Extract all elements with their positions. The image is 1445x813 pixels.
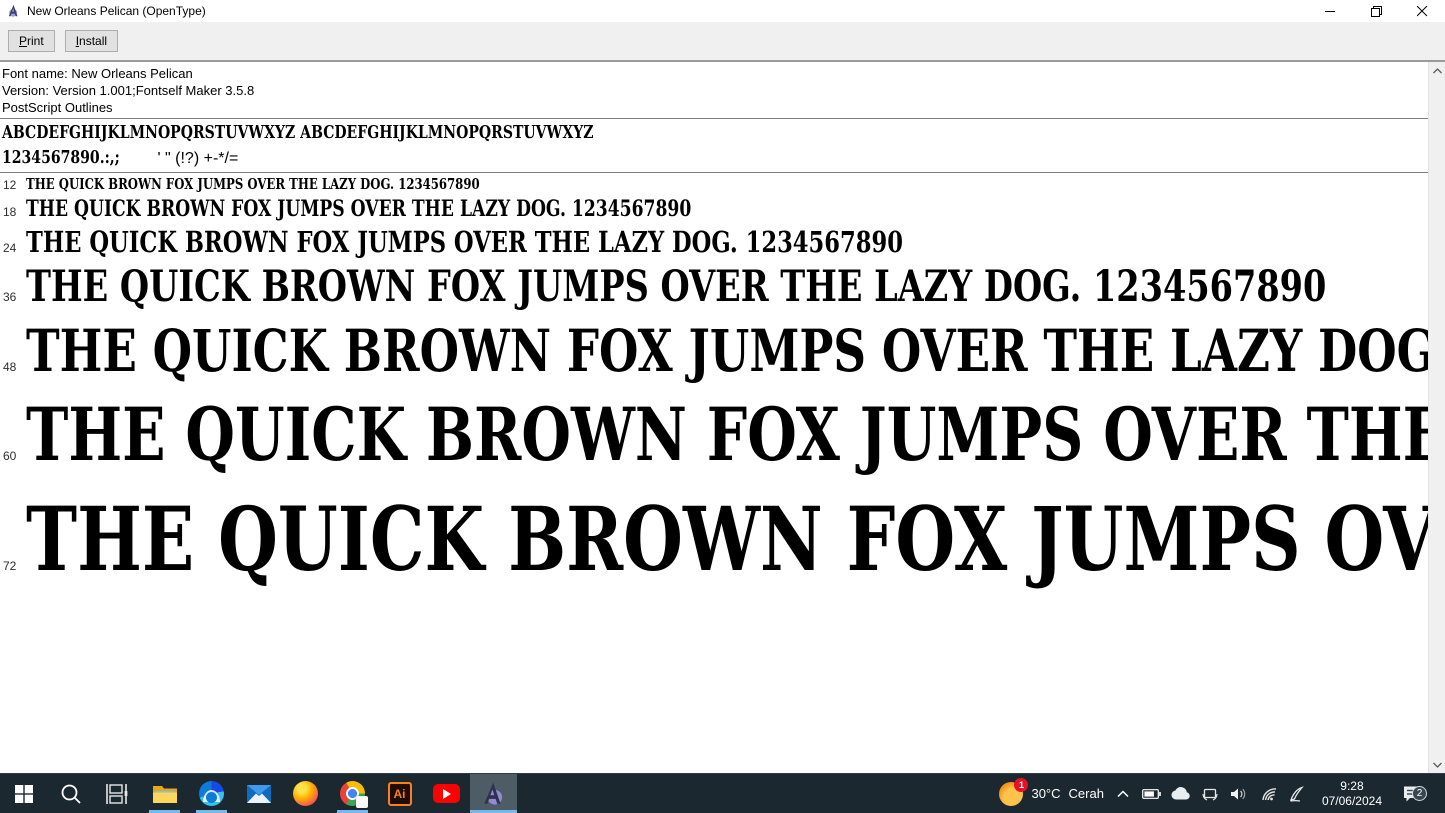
scroll-down-arrow[interactable]: [1429, 756, 1445, 773]
print-button[interactable]: Print: [8, 30, 55, 52]
notification-badge: 2: [1412, 786, 1427, 801]
font-preview-area: Font name: New Orleans Pelican Version: …: [0, 62, 1428, 773]
size-label: 60: [0, 419, 26, 494]
size-label: 12: [0, 174, 26, 196]
charset-preview: ABCDEFGHIJKLMNOPQRSTUVWXYZ ABCDEFGHIJKLM…: [0, 119, 1428, 172]
system-tray: 1 30°C Cerah: [999, 774, 1445, 813]
font-name-line: Font name: New Orleans Pelican: [2, 65, 1428, 82]
chrome-notification-overlay: [356, 796, 368, 808]
firefox-button[interactable]: [282, 774, 329, 813]
search-button[interactable]: [47, 774, 94, 813]
weather-widget[interactable]: 1 30°C Cerah: [999, 782, 1103, 806]
sample-row-60: 60 THE QUICK BROWN FOX JUMPS OVER THE LA…: [0, 398, 1428, 494]
file-explorer-button[interactable]: [141, 774, 188, 813]
chrome-icon: [340, 781, 365, 806]
font-outline-line: PostScript Outlines: [2, 99, 1428, 116]
size-label: 18: [0, 199, 26, 226]
windows-logo-icon: [15, 785, 33, 803]
sample-text: THE QUICK BROWN FOX JUMPS OVER THE LAZY …: [26, 494, 1428, 584]
sample-row-72: 72 THE QUICK BROWN FOX JUMPS OVER THE LA…: [0, 494, 1428, 611]
sample-text: THE QUICK BROWN FOX JUMPS OVER THE LAZY …: [26, 320, 1428, 382]
font-viewer-taskbar-button[interactable]: [470, 774, 517, 813]
pen-icon[interactable]: [1287, 782, 1307, 806]
network-icon[interactable]: [1258, 782, 1278, 806]
weather-icon: 1: [999, 782, 1023, 806]
font-viewer-icon: [481, 781, 507, 807]
weather-condition-label: Cerah: [1069, 786, 1104, 801]
youtube-button[interactable]: [423, 774, 470, 813]
firefox-icon: [293, 781, 318, 806]
mail-icon: [246, 784, 272, 804]
task-view-icon: [106, 784, 130, 804]
sample-row-18: 18 THE QUICK BROWN FOX JUMPS OVER THE LA…: [0, 196, 1428, 226]
mail-button[interactable]: [235, 774, 282, 813]
toolbar: Print Install: [0, 22, 1445, 62]
font-version-line: Version: Version 1.001;Fontself Maker 3.…: [2, 82, 1428, 99]
size-label: 72: [0, 521, 26, 611]
restore-button[interactable]: [1353, 0, 1399, 22]
size-label: 24: [0, 232, 26, 264]
hidden-icons-chevron[interactable]: [1113, 782, 1133, 806]
illustrator-icon: Ai: [388, 782, 412, 806]
titlebar: New Orleans Pelican (OpenType): [0, 0, 1445, 22]
time-label: 9:28: [1322, 779, 1382, 794]
search-icon: [60, 783, 82, 805]
sample-row-24: 24 THE QUICK BROWN FOX JUMPS OVER THE LA…: [0, 226, 1428, 264]
illustrator-button[interactable]: Ai: [376, 774, 423, 813]
charset-letters: ABCDEFGHIJKLMNOPQRSTUVWXYZ ABCDEFGHIJKLM…: [2, 121, 1428, 146]
edge-button[interactable]: [188, 774, 235, 813]
size-label: 36: [0, 274, 26, 320]
clock[interactable]: 9:28 07/06/2024: [1316, 779, 1388, 809]
window-title: New Orleans Pelican (OpenType): [27, 4, 1307, 18]
file-explorer-icon: [152, 783, 178, 805]
task-view-button[interactable]: [94, 774, 141, 813]
font-info: Font name: New Orleans Pelican Version: …: [0, 62, 1428, 118]
cast-icon[interactable]: [1200, 782, 1220, 806]
size-label: 48: [0, 336, 26, 398]
scroll-up-arrow[interactable]: [1429, 62, 1445, 79]
volume-icon[interactable]: [1229, 782, 1249, 806]
sample-row-12: 12 THE QUICK BROWN FOX JUMPS OVER THE LA…: [0, 173, 1428, 196]
taskbar: Ai 1 30°C Cerah: [0, 773, 1445, 813]
sample-text: THE QUICK BROWN FOX JUMPS OVER THE LAZY …: [26, 398, 1428, 473]
sample-text: THE QUICK BROWN FOX JUMPS OVER THE LAZY …: [26, 173, 480, 195]
charset-numerals: 1234567890.:,; ' " (!?) +-*/=: [2, 146, 1428, 171]
font-viewer-app-icon: [7, 4, 21, 18]
chrome-button[interactable]: [329, 774, 376, 813]
sample-text: THE QUICK BROWN FOX JUMPS OVER THE LAZY …: [26, 264, 1326, 310]
sample-row-36: 36 THE QUICK BROWN FOX JUMPS OVER THE LA…: [0, 264, 1428, 320]
date-label: 07/06/2024: [1322, 794, 1382, 809]
action-center-button[interactable]: 2: [1397, 785, 1427, 803]
install-button[interactable]: Install: [65, 30, 118, 52]
sample-lines: 12 THE QUICK BROWN FOX JUMPS OVER THE LA…: [0, 173, 1428, 611]
youtube-icon: [433, 784, 460, 803]
sample-text: THE QUICK BROWN FOX JUMPS OVER THE LAZY …: [26, 196, 691, 223]
weather-badge: 1: [1014, 778, 1028, 792]
temperature-label: 30°C: [1031, 786, 1060, 801]
minimize-button[interactable]: [1307, 0, 1353, 22]
close-button[interactable]: [1399, 0, 1445, 22]
start-button[interactable]: [0, 774, 47, 813]
edge-icon: [199, 781, 224, 806]
font-viewer-window: New Orleans Pelican (OpenType) Print Ins…: [0, 0, 1445, 773]
battery-icon[interactable]: [1142, 782, 1162, 806]
onedrive-icon[interactable]: [1171, 782, 1191, 806]
sample-row-48: 48 THE QUICK BROWN FOX JUMPS OVER THE LA…: [0, 320, 1428, 398]
sample-text: THE QUICK BROWN FOX JUMPS OVER THE LAZY …: [26, 226, 903, 258]
vertical-scrollbar[interactable]: [1428, 62, 1445, 773]
